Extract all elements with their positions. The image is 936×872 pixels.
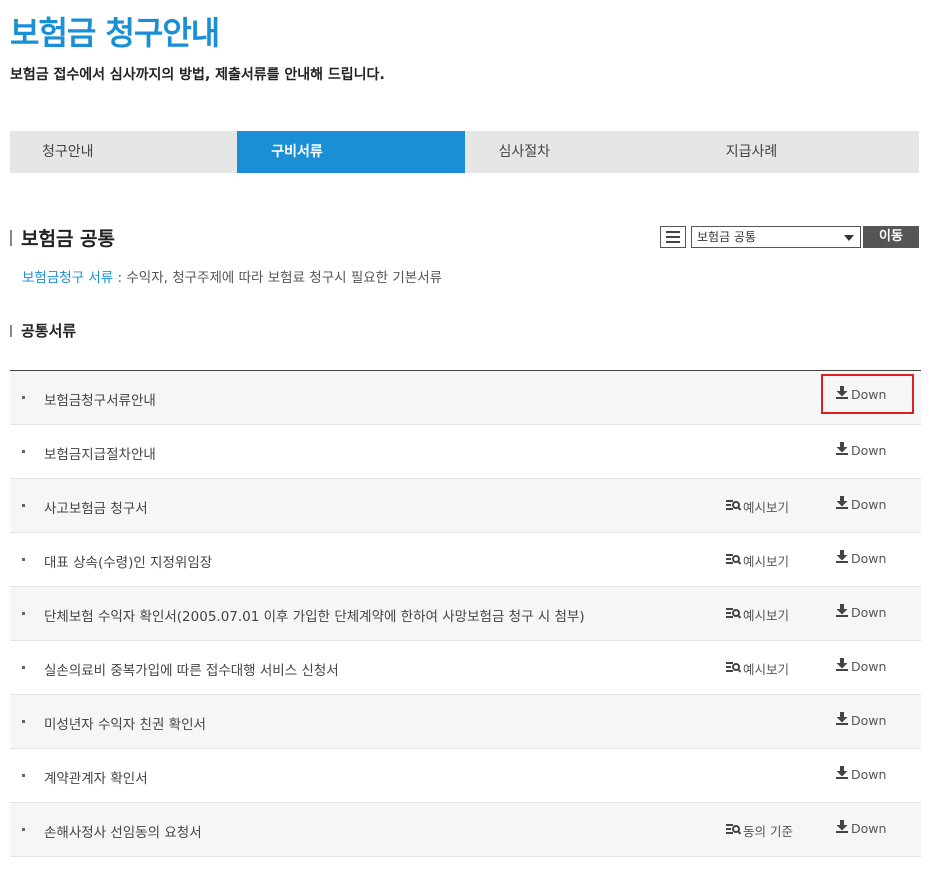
description-text: : 수익자, 청구주제에 따라 보험료 청구시 필요한 기본서류 [113, 270, 443, 286]
document-name: 손해사정사 선임동의 요청서 [44, 825, 202, 841]
subsection-title: 공통서류 [10, 320, 76, 341]
select-value: 보험금 공통 [697, 230, 757, 244]
document-name: 보험금지급절차안내 [44, 447, 156, 463]
example-view-label: 예시보기 [743, 500, 790, 515]
document-name: 단체보험 수익자 확인서(2005.07.01 이후 가입한 단체계약에 한하여… [44, 609, 585, 625]
download-label: Down [851, 712, 887, 728]
page-title: 보험금 청구안내 [10, 14, 220, 52]
example-view-link[interactable]: 예시보기 [726, 659, 789, 678]
tab-label: 지급사례 [725, 144, 778, 160]
bullet-icon [22, 396, 25, 399]
tab-review-process[interactable]: 심사절차 [465, 131, 692, 173]
download-icon [835, 820, 851, 836]
page-subtitle: 보험금 접수에서 심사까지의 방법, 제출서류를 안내해 드립니다. [10, 67, 385, 83]
tab-label: 구비서류 [271, 144, 323, 160]
document-preview-icon [726, 607, 743, 623]
tab-required-documents[interactable]: 구비서류 [237, 131, 465, 173]
tab-payment-cases[interactable]: 지급사례 [692, 131, 919, 173]
document-name: 사고보험금 청구서 [44, 501, 148, 517]
title-bar-divider [10, 324, 12, 337]
download-icon [835, 658, 851, 674]
download-icon [835, 766, 851, 782]
download-label: Down [851, 658, 887, 674]
list-icon[interactable] [660, 226, 686, 248]
document-list: 보험금청구서류안내 Down 보험금지급절차안내 Down 사고보험금 청구서 예시보기 D… [10, 370, 921, 857]
download-button[interactable]: Down [835, 550, 886, 566]
subsection-title-text: 공통서류 [21, 322, 77, 340]
document-row: 대표 상속(수령)인 지정위임장 예시보기 Down [10, 533, 921, 587]
document-row: 보험금지급절차안내 Down [10, 425, 921, 479]
download-label: Down [851, 550, 887, 566]
bullet-icon [22, 612, 25, 615]
download-label: Down [851, 604, 887, 620]
section-title-text: 보험금 공통 [21, 228, 116, 250]
example-view-label: 동의 기준 [743, 824, 793, 839]
go-button[interactable]: 이동 [863, 226, 919, 248]
download-icon [835, 442, 851, 458]
example-view-label: 예시보기 [743, 554, 790, 569]
section-title: 보험금 공통 [10, 224, 115, 251]
chevron-down-icon [844, 235, 854, 241]
bullet-icon [22, 828, 25, 831]
category-select[interactable]: 보험금 공통 [691, 226, 861, 248]
bullet-icon [22, 666, 25, 669]
example-view-link[interactable]: 동의 기준 [726, 821, 793, 840]
document-row: 사고보험금 청구서 예시보기 Down [10, 479, 921, 533]
example-view-label: 예시보기 [743, 608, 790, 623]
download-button[interactable]: Down [835, 442, 886, 458]
bullet-icon [22, 450, 25, 453]
category-jump: 보험금 공통 이동 [660, 226, 919, 248]
bullet-icon [22, 558, 25, 561]
bullet-icon [22, 504, 25, 507]
download-label: Down [851, 442, 887, 458]
document-row: 미성년자 수익자 친권 확인서 Down [10, 695, 921, 749]
description-highlight: 보험금청구 서류 [22, 270, 114, 286]
tab-label: 심사절차 [498, 144, 551, 160]
download-button[interactable]: Down [835, 604, 886, 620]
document-preview-icon [726, 553, 743, 569]
download-button[interactable]: Down [835, 712, 886, 728]
download-icon [835, 604, 851, 620]
download-label: Down [851, 766, 887, 782]
download-icon [835, 550, 851, 566]
download-button[interactable]: Down [835, 820, 886, 836]
download-label: Down [851, 496, 887, 512]
download-label: Down [851, 386, 887, 402]
document-preview-icon [726, 661, 743, 677]
tab-claim-guide[interactable]: 청구안내 [10, 131, 237, 173]
download-icon [835, 386, 851, 402]
example-view-label: 예시보기 [743, 662, 790, 677]
download-button[interactable]: Down [821, 374, 914, 414]
document-row: 손해사정사 선임동의 요청서 동의 기준 Down [10, 803, 921, 857]
download-button[interactable]: Down [835, 766, 886, 782]
document-row: 단체보험 수익자 확인서(2005.07.01 이후 가입한 단체계약에 한하여… [10, 587, 921, 641]
document-row: 계약관계자 확인서 Down [10, 749, 921, 803]
document-preview-icon [726, 823, 743, 839]
document-name: 실손의료비 중복가입에 따른 접수대행 서비스 신청서 [44, 663, 339, 679]
bullet-icon [22, 720, 25, 723]
document-name: 보험금청구서류안내 [44, 393, 156, 409]
title-bar-divider [10, 229, 12, 246]
document-name: 미성년자 수익자 친권 확인서 [44, 717, 206, 733]
document-name: 계약관계자 확인서 [44, 771, 148, 787]
document-row: 보험금청구서류안내 Down [10, 371, 921, 425]
download-icon [835, 712, 851, 728]
document-name: 대표 상속(수령)인 지정위임장 [44, 555, 213, 571]
document-preview-icon [726, 499, 743, 515]
example-view-link[interactable]: 예시보기 [726, 605, 789, 624]
tab-bar: 청구안내 구비서류 심사절차 지급사례 [10, 131, 919, 173]
download-icon [835, 496, 851, 512]
tab-label: 청구안내 [42, 144, 94, 160]
example-view-link[interactable]: 예시보기 [726, 497, 789, 516]
example-view-link[interactable]: 예시보기 [726, 551, 789, 570]
bullet-icon [22, 774, 25, 777]
document-row: 실손의료비 중복가입에 따른 접수대행 서비스 신청서 예시보기 Down [10, 641, 921, 695]
download-button[interactable]: Down [835, 496, 886, 512]
download-button[interactable]: Down [835, 658, 886, 674]
section-description: 보험금청구 서류 : 수익자, 청구주제에 따라 보험료 청구시 필요한 기본서… [22, 266, 442, 286]
download-label: Down [851, 820, 887, 836]
